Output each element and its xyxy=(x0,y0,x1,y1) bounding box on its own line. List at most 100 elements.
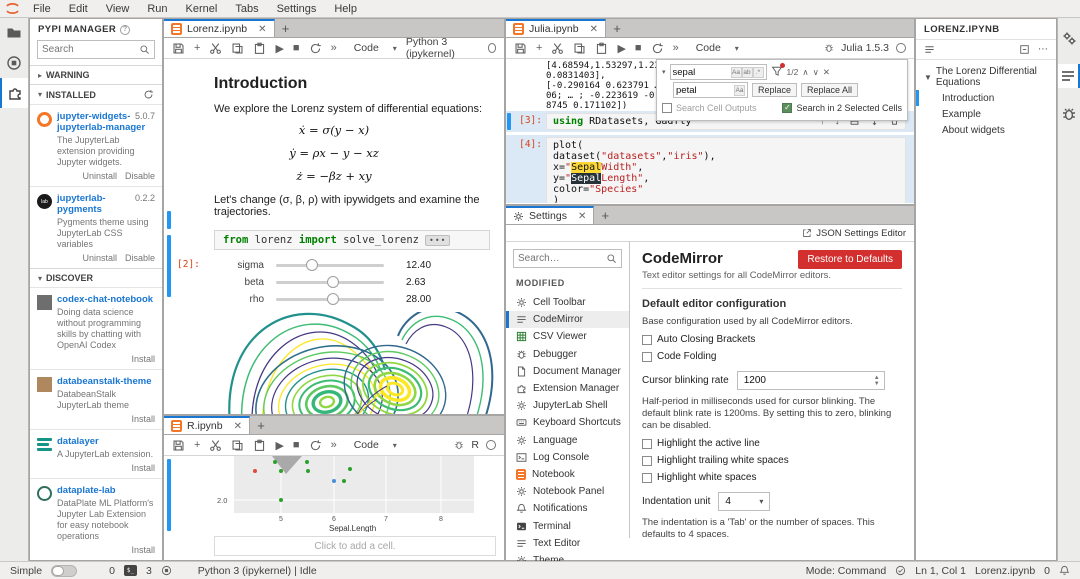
refresh-icon[interactable] xyxy=(143,89,154,100)
code-cell[interactable]: [4]: plot( dataset("datasets","iris"), x… xyxy=(506,135,914,203)
rho-slider[interactable] xyxy=(276,298,384,301)
settings-search-input[interactable] xyxy=(518,253,606,264)
menu-run[interactable]: Run xyxy=(138,3,176,15)
stop-icon[interactable]: ■ xyxy=(293,42,300,54)
close-tab-icon[interactable]: ✕ xyxy=(258,24,266,35)
next-match-icon[interactable]: ∨ xyxy=(813,67,819,78)
cursor-position[interactable]: Ln 1, Col 1 xyxy=(915,565,966,577)
paste-icon[interactable] xyxy=(595,42,608,55)
kernel-status-icon[interactable] xyxy=(486,440,496,450)
extension-name-link[interactable]: jupyterlab-pygments xyxy=(57,193,106,215)
disable-button[interactable]: Disable xyxy=(125,253,155,263)
settings-item-debugger[interactable]: Debugger xyxy=(506,346,629,363)
search-outputs-checkbox[interactable] xyxy=(662,103,672,113)
extension-search-input[interactable] xyxy=(42,44,139,55)
copy-icon[interactable] xyxy=(573,42,586,55)
cursor-rate-input[interactable]: ▲▼ xyxy=(737,371,885,390)
settings-item-keyboard-shortcuts[interactable]: Keyboard Shortcuts xyxy=(506,414,629,431)
indentation-unit-select[interactable]: 4▾ xyxy=(718,492,770,511)
close-tab-icon[interactable]: ✕ xyxy=(590,24,598,35)
new-tab-button[interactable]: + xyxy=(606,19,628,37)
extension-search[interactable] xyxy=(37,40,155,59)
property-inspector-tab[interactable] xyxy=(1058,26,1080,50)
paste-icon[interactable] xyxy=(253,439,266,452)
kernel-status-icon[interactable] xyxy=(896,43,906,53)
install-button[interactable]: Install xyxy=(131,354,155,364)
toc-root-item[interactable]: ▼The Lorenz Differential Equations xyxy=(916,60,1056,90)
new-tab-button[interactable]: + xyxy=(250,416,272,434)
run-icon[interactable]: ▶ xyxy=(275,42,283,55)
kernel-status-icon[interactable] xyxy=(488,43,496,53)
json-settings-editor-link[interactable]: JSON Settings Editor xyxy=(506,225,914,242)
stop-icon[interactable]: ■ xyxy=(635,42,642,54)
preserve-case-icon[interactable]: Aa xyxy=(734,85,745,96)
settings-item-log-console[interactable]: Log Console xyxy=(506,449,629,466)
warning-section-header[interactable]: ▸WARNING xyxy=(30,65,162,84)
install-button[interactable]: Install xyxy=(131,414,155,424)
auto-closing-brackets-checkbox[interactable] xyxy=(642,335,652,345)
settings-item-terminal[interactable]: Terminal xyxy=(506,517,629,534)
run-icon[interactable]: ▶ xyxy=(617,42,625,55)
uninstall-button[interactable]: Uninstall xyxy=(82,171,117,181)
tab-settings[interactable]: Settings✕ xyxy=(506,206,594,224)
new-tab-button[interactable]: + xyxy=(594,206,616,224)
sigma-slider[interactable] xyxy=(276,264,384,267)
restart-run-all-icon[interactable]: » xyxy=(331,439,337,451)
save-icon[interactable] xyxy=(514,42,527,55)
cell-collapser[interactable] xyxy=(507,113,511,130)
replace-button[interactable]: Replace xyxy=(752,83,797,97)
extension-name-link[interactable]: codex-chat-notebook xyxy=(57,294,153,305)
toc-item-introduction[interactable]: Introduction xyxy=(916,90,1056,106)
settings-item-language[interactable]: Language xyxy=(506,432,629,449)
save-icon[interactable] xyxy=(172,439,185,452)
run-icon[interactable]: ▶ xyxy=(275,439,283,452)
code-cell-editor[interactable]: from lorenz import solve_lorenz••• xyxy=(214,230,490,250)
settings-item-notebook-panel[interactable]: Notebook Panel xyxy=(506,483,629,500)
restart-icon[interactable] xyxy=(309,42,322,55)
toc-item-example[interactable]: Example xyxy=(916,106,1056,122)
more-options-icon[interactable]: ⋯ xyxy=(1038,44,1048,55)
cell-type-dropdown[interactable]: Code▾ xyxy=(354,42,397,54)
toc-tab[interactable] xyxy=(1058,64,1080,88)
settings-item-notifications[interactable]: Notifications xyxy=(506,500,629,517)
kernel-name[interactable]: Julia 1.5.3 xyxy=(841,42,889,54)
caret-down-icon[interactable]: ▼ xyxy=(924,73,932,82)
notification-count[interactable]: 0 xyxy=(1044,565,1050,577)
highlight-active-line-checkbox[interactable] xyxy=(642,439,652,449)
cut-icon[interactable] xyxy=(209,439,222,452)
kernel-status-text[interactable]: Python 3 (ipykernel) | Idle xyxy=(198,565,317,577)
install-button[interactable]: Install xyxy=(131,545,155,555)
previous-match-icon[interactable]: ∧ xyxy=(802,67,808,78)
search-field[interactable]: Aa ab .* xyxy=(670,64,767,80)
restart-icon[interactable] xyxy=(309,439,322,452)
replace-field[interactable]: Aa xyxy=(673,82,748,98)
cursor-rate-value[interactable] xyxy=(738,375,870,386)
copy-icon[interactable] xyxy=(231,439,244,452)
tab-lorenz-ipynb[interactable]: Lorenz.ipynb✕ xyxy=(164,19,275,37)
menu-tabs[interactable]: Tabs xyxy=(226,3,267,15)
code-folding-checkbox[interactable] xyxy=(642,352,652,362)
restart-run-all-icon[interactable]: » xyxy=(331,42,337,54)
settings-item-codemirror[interactable]: CodeMirror xyxy=(506,311,629,328)
restore-defaults-button[interactable]: Restore to Defaults xyxy=(798,250,902,269)
restart-run-all-icon[interactable]: » xyxy=(673,42,679,54)
insert-cell-icon[interactable]: + xyxy=(194,439,200,451)
replace-input[interactable] xyxy=(676,85,734,96)
simple-mode-toggle[interactable] xyxy=(51,565,77,577)
tab-r-ipynb[interactable]: R.ipynb✕ xyxy=(164,416,250,434)
match-case-icon[interactable]: Aa xyxy=(731,67,742,78)
menu-file[interactable]: File xyxy=(24,3,60,15)
running-sessions-tab[interactable] xyxy=(0,48,28,78)
search-input[interactable] xyxy=(673,67,731,78)
debugger-icon[interactable] xyxy=(454,440,464,450)
kernel-count[interactable]: 3 xyxy=(146,565,152,577)
slider-handle[interactable] xyxy=(306,259,318,271)
kernel-name[interactable]: R xyxy=(471,439,479,451)
settings-item-extension-manager[interactable]: Extension Manager xyxy=(506,380,629,397)
slider-handle[interactable] xyxy=(327,293,339,305)
tab-julia-ipynb[interactable]: Julia.ipynb✕ xyxy=(506,19,606,37)
whole-word-icon[interactable]: ab xyxy=(742,67,753,78)
expand-replace-icon[interactable]: ▾ xyxy=(662,68,666,76)
menu-settings[interactable]: Settings xyxy=(268,3,326,15)
help-icon[interactable]: ? xyxy=(120,25,130,35)
